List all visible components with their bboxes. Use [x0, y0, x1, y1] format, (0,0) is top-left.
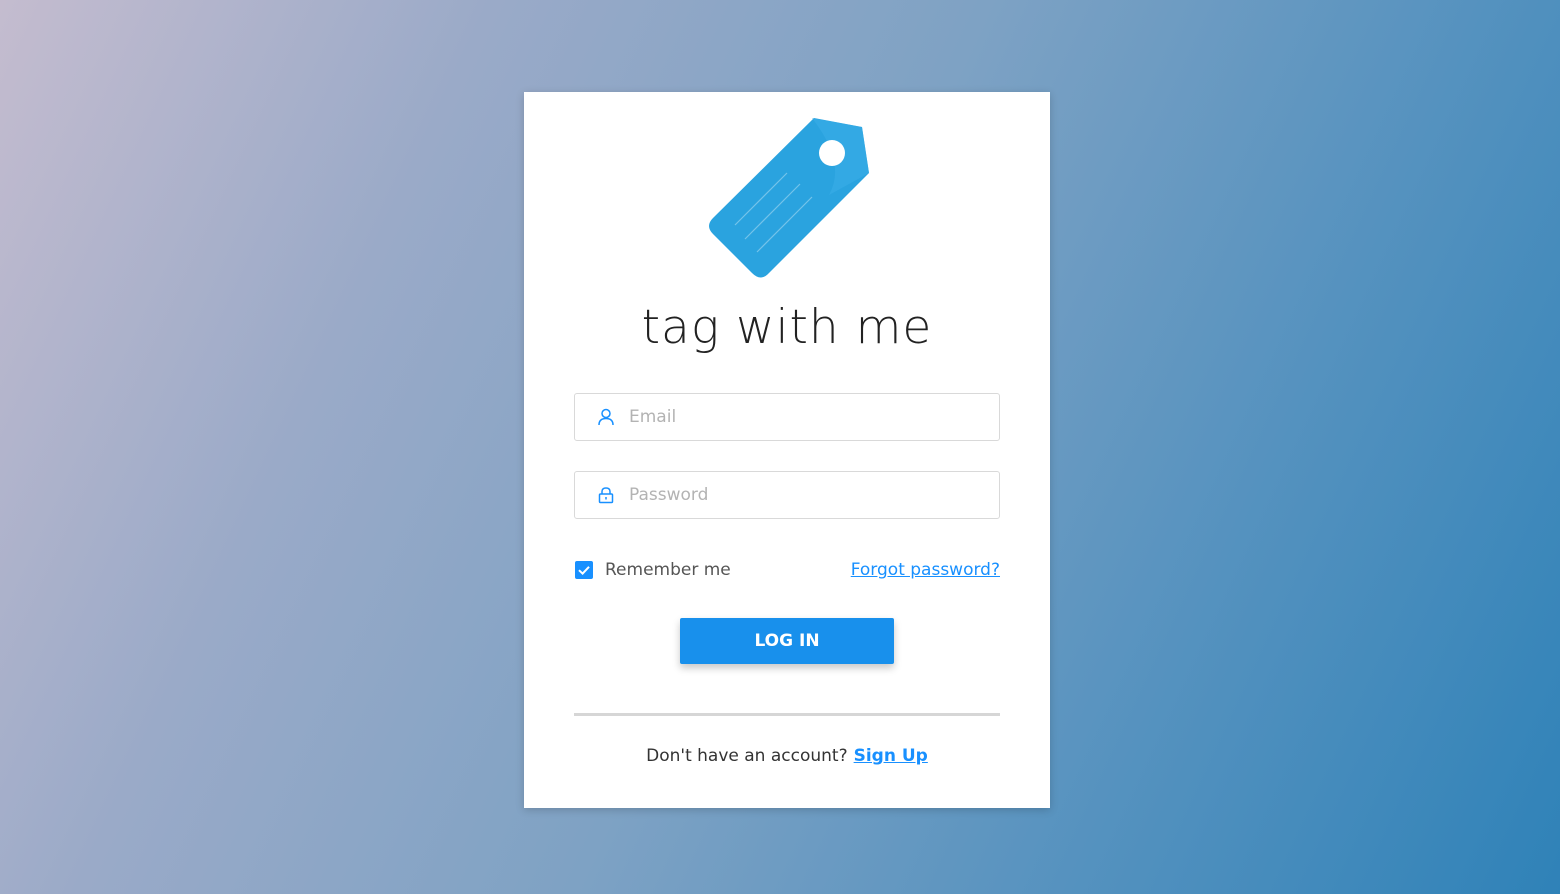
login-card: tag with me Remember me Forgot password?… — [524, 92, 1050, 808]
signup-row: Don't have an account? Sign Up — [524, 744, 1050, 768]
password-field[interactable] — [574, 471, 1000, 519]
signup-prompt: Don't have an account? — [646, 746, 848, 766]
lock-icon — [597, 486, 615, 504]
divider — [574, 713, 1000, 716]
signup-link[interactable]: Sign Up — [854, 746, 928, 766]
user-icon — [597, 408, 615, 426]
email-input[interactable] — [629, 394, 989, 440]
price-tag-icon — [705, 115, 871, 283]
forgot-password-link[interactable]: Forgot password? — [851, 558, 1000, 582]
checkmark-icon — [578, 566, 590, 576]
login-button[interactable]: LOG IN — [680, 618, 894, 664]
email-field[interactable] — [574, 393, 1000, 441]
remember-label[interactable]: Remember me — [605, 558, 731, 582]
remember-checkbox[interactable] — [575, 561, 593, 579]
brand-title: tag with me — [641, 300, 933, 355]
password-input[interactable] — [629, 472, 989, 518]
